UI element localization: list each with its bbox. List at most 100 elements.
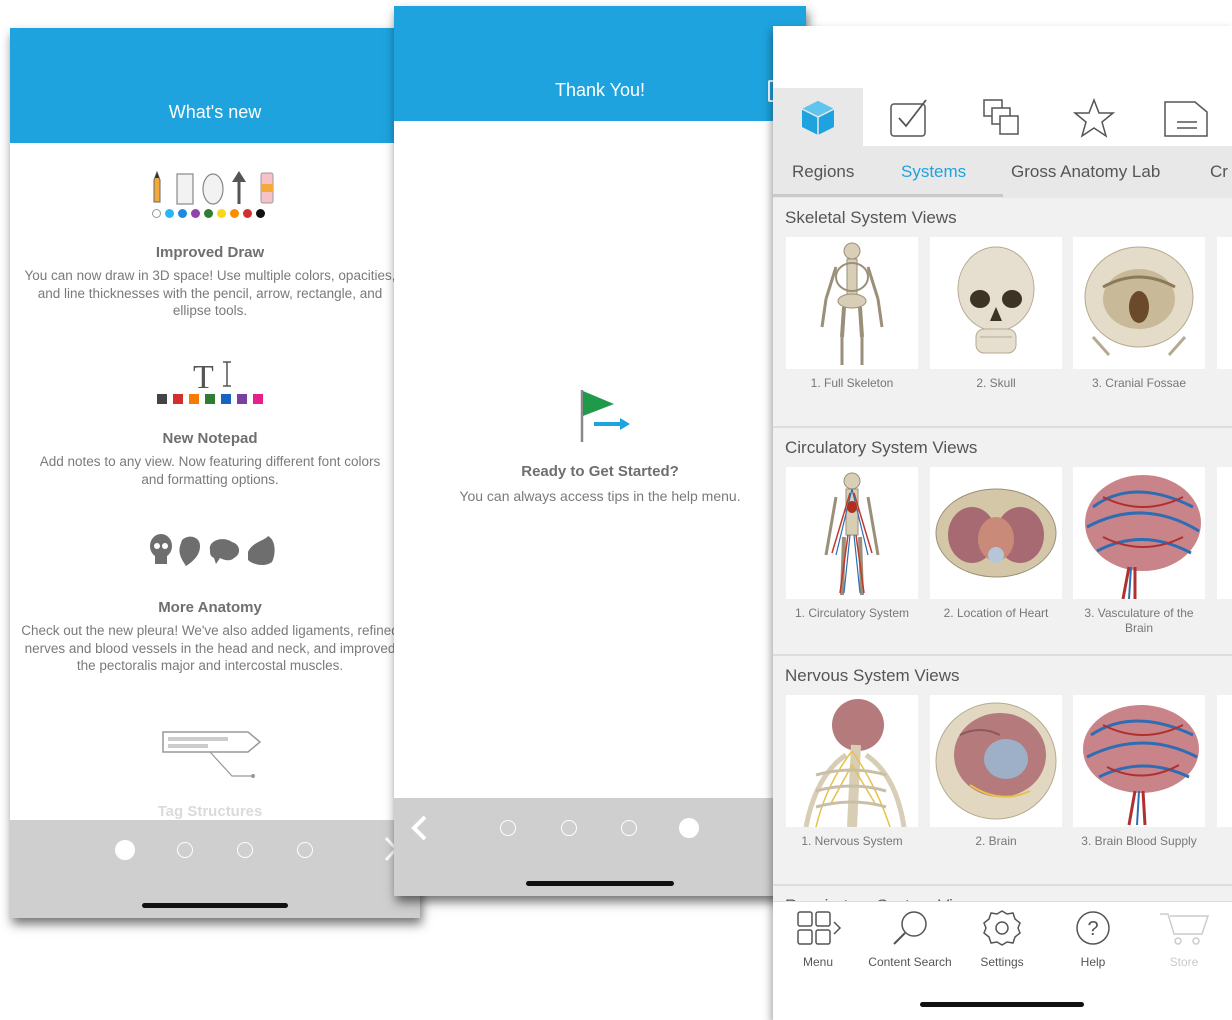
caption: 1. Nervous System bbox=[801, 834, 903, 848]
nav-settings[interactable]: Settings bbox=[957, 910, 1047, 969]
tab-cross-sections[interactable]: Cr bbox=[1210, 162, 1228, 182]
thumb-partial[interactable] bbox=[1217, 467, 1232, 599]
feature-improved-draw: Improved Draw You can now draw in 3D spa… bbox=[10, 244, 410, 320]
checkbox-icon bbox=[890, 99, 927, 137]
nav-label: Store bbox=[1169, 955, 1199, 969]
nav-store[interactable]: Store bbox=[1139, 910, 1229, 969]
tab-underline bbox=[773, 194, 1003, 197]
tab-gross-anatomy-lab[interactable]: Gross Anatomy Lab bbox=[1011, 162, 1160, 182]
feature-title: Improved Draw bbox=[155, 244, 265, 261]
thumb-brain[interactable] bbox=[930, 695, 1062, 827]
feature-more-anatomy: More Anatomy Check out the new pleura! W… bbox=[10, 599, 410, 675]
nav-menu[interactable]: Menu bbox=[773, 910, 863, 969]
thumb-cranial-fossae[interactable] bbox=[1073, 237, 1205, 369]
thank-you-header: Thank You! × bbox=[394, 6, 806, 121]
caption: 1. Full Skeleton bbox=[810, 376, 894, 390]
tab-regions[interactable]: Regions bbox=[792, 162, 854, 182]
draw-color-swatches bbox=[152, 209, 265, 218]
skull-icon bbox=[150, 534, 172, 564]
thumb-partial[interactable] bbox=[1217, 237, 1232, 369]
color-swatch bbox=[204, 209, 213, 218]
whats-new-screen: What's new Improved Draw You can now dra… bbox=[10, 28, 420, 918]
thumb-skull[interactable] bbox=[930, 237, 1062, 369]
stacked-windows-icon bbox=[983, 99, 1019, 135]
thank-you-title: Thank You! bbox=[554, 80, 646, 100]
whats-new-title: What's new bbox=[168, 102, 262, 122]
anatomy-icons bbox=[148, 532, 282, 572]
page-dot-1[interactable] bbox=[115, 840, 135, 860]
thumb-circulatory-system[interactable] bbox=[786, 467, 918, 599]
svg-text:T: T bbox=[193, 359, 214, 396]
page-dot-4[interactable] bbox=[297, 842, 313, 858]
thumb-nervous-system[interactable] bbox=[786, 695, 918, 827]
color-swatch bbox=[178, 209, 187, 218]
caption: 2. Location of Heart bbox=[943, 606, 1049, 620]
tab-favorites[interactable] bbox=[1049, 88, 1139, 148]
page-dot-2[interactable] bbox=[177, 842, 193, 858]
muscle-icon bbox=[248, 536, 275, 566]
mode-icon-bar bbox=[773, 26, 1232, 148]
page-dot-3[interactable] bbox=[621, 820, 637, 836]
brain-icon bbox=[209, 539, 240, 564]
thumb-location-of-heart[interactable] bbox=[930, 467, 1062, 599]
bottom-nav: Menu Content Search Settings ? Help Stor… bbox=[773, 901, 1232, 1020]
section-title: Skeletal System Views bbox=[785, 208, 957, 227]
start-flag-icon bbox=[578, 388, 632, 449]
tab-3d-models[interactable] bbox=[773, 88, 863, 148]
cart-icon bbox=[1160, 913, 1210, 945]
help-icon: ? bbox=[1076, 911, 1110, 945]
tab-quizzes[interactable] bbox=[865, 88, 955, 148]
page-dot-3[interactable] bbox=[237, 842, 253, 858]
color-swatch bbox=[243, 209, 252, 218]
gear-icon bbox=[983, 910, 1021, 946]
caption: 1. Circulatory System bbox=[794, 606, 910, 620]
caption: 3. Brain Blood Supply bbox=[1081, 834, 1197, 848]
nav-content-search[interactable]: Content Search bbox=[865, 910, 955, 969]
note-color-swatches bbox=[157, 394, 263, 404]
thank-you-screen: Thank You! × Ready to Get Started? You c… bbox=[394, 6, 806, 896]
whats-new-header: What's new bbox=[10, 28, 420, 143]
heart-icon bbox=[179, 536, 200, 566]
feature-description: Add notes to any view. Now featuring dif… bbox=[39, 454, 381, 487]
tab-saved-views[interactable] bbox=[957, 88, 1047, 148]
color-swatch bbox=[152, 209, 161, 218]
feature-title: Tag Structures bbox=[157, 803, 263, 820]
nav-help[interactable]: ? Help bbox=[1048, 910, 1138, 969]
page-dot-4[interactable] bbox=[679, 818, 699, 838]
tab-systems[interactable]: Systems bbox=[901, 162, 966, 182]
category-tabs: Regions Systems Gross Anatomy Lab Cr bbox=[773, 146, 1232, 198]
ready-subtext: You can always access tips in the help m… bbox=[459, 488, 741, 504]
nav-label: Content Search bbox=[868, 955, 952, 969]
cube-icon bbox=[801, 101, 835, 135]
note-page-icon bbox=[1164, 101, 1208, 137]
font-color-swatch bbox=[173, 394, 183, 404]
feature-title: New Notepad bbox=[162, 430, 258, 447]
section-title: Circulatory System Views bbox=[785, 438, 978, 457]
thumb-partial[interactable] bbox=[1217, 695, 1232, 827]
home-indicator bbox=[920, 1002, 1084, 1007]
page-dot-1[interactable] bbox=[500, 820, 516, 836]
tab-notes[interactable] bbox=[1141, 88, 1231, 148]
thumb-vasculature-brain[interactable] bbox=[1073, 467, 1205, 599]
thumb-full-skeleton[interactable] bbox=[786, 237, 918, 369]
caption: 3. Cranial Fossae bbox=[1091, 376, 1187, 390]
page-dot-2[interactable] bbox=[561, 820, 577, 836]
nav-label: Settings bbox=[980, 955, 1024, 969]
section-skeletal: Skeletal System Views 1. Full Skeleton 2… bbox=[773, 198, 1232, 426]
caption: 3. Vasculature of the Brain bbox=[1084, 606, 1194, 635]
font-color-swatch bbox=[253, 394, 263, 404]
font-color-swatch bbox=[237, 394, 247, 404]
nav-label: Menu bbox=[802, 955, 834, 969]
color-swatch bbox=[256, 209, 265, 218]
font-color-swatch bbox=[205, 394, 215, 404]
feature-tag-structures: Tag Structures bbox=[10, 803, 410, 820]
font-color-swatch bbox=[221, 394, 231, 404]
screenshot-stage: What's new Improved Draw You can now dra… bbox=[0, 0, 1232, 1020]
caption: 2. Skull bbox=[976, 376, 1016, 390]
feature-description: Check out the new pleura! We've also add… bbox=[21, 623, 399, 673]
section-title: Nervous System Views bbox=[785, 666, 960, 685]
feature-title: More Anatomy bbox=[158, 599, 262, 616]
home-indicator bbox=[526, 881, 674, 886]
thumb-brain-blood-supply[interactable] bbox=[1073, 695, 1205, 827]
back-arrow-icon[interactable] bbox=[410, 814, 428, 847]
